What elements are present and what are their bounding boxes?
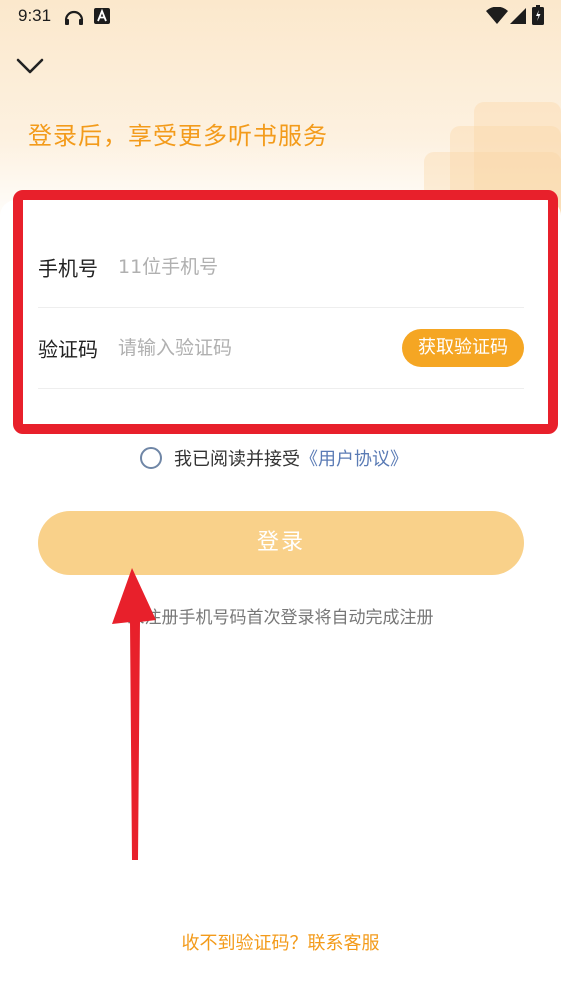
verification-code-input[interactable]	[116, 336, 380, 360]
headphones-icon	[64, 10, 84, 25]
page-headline: 登录后，享受更多听书服务	[28, 122, 328, 150]
user-agreement-link[interactable]: 《用户协议》	[300, 445, 408, 471]
phone-input[interactable]	[116, 255, 380, 279]
code-label: 验证码	[38, 337, 98, 362]
get-code-button[interactable]: 获取验证码	[402, 329, 524, 367]
agreement-checkbox[interactable]	[140, 447, 162, 469]
contact-support-link[interactable]: 收不到验证码？联系客服	[0, 929, 561, 955]
phone-field-row: 手机号	[38, 227, 524, 308]
register-hint: 未注册手机号码首次登录将自动完成注册	[127, 608, 434, 628]
status-time: 9:31	[18, 6, 52, 25]
battery-icon	[532, 5, 544, 25]
phone-label: 手机号	[38, 256, 98, 281]
agreement-row[interactable]: 我已阅读并接受 《用户协议》	[140, 446, 408, 470]
collapse-button[interactable]	[14, 52, 46, 80]
font-a-icon	[94, 8, 110, 24]
login-button[interactable]: 登录	[38, 511, 524, 575]
chevron-down-icon	[16, 58, 44, 74]
status-bar: 9:31	[0, 0, 561, 32]
wifi-icon	[486, 7, 508, 24]
agreement-text: 我已阅读并接受	[174, 449, 300, 470]
code-field-row: 验证码 获取验证码	[38, 308, 524, 389]
signal-icon	[510, 8, 526, 24]
